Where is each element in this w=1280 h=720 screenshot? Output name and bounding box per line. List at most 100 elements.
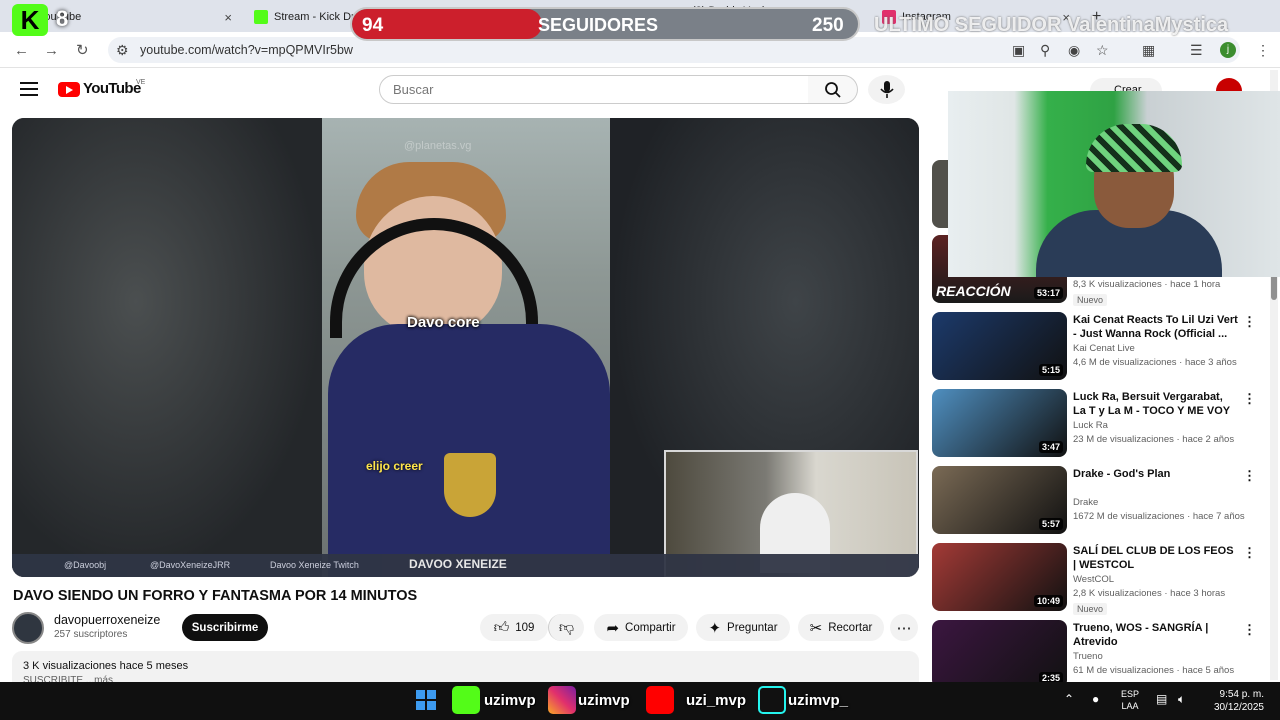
recommended-channel[interactable]: Luck Ra xyxy=(1073,420,1108,431)
recommended-thumbnail[interactable]: 5:15 xyxy=(932,312,1067,380)
new-badge: Nuevo xyxy=(1073,294,1108,306)
more-options-icon[interactable]: ⋮ xyxy=(1243,622,1256,638)
install-icon[interactable]: ▣ xyxy=(1012,42,1025,59)
recommended-channel[interactable]: Kai Cenat Live xyxy=(1073,343,1135,354)
more-options-icon[interactable]: ⋮ xyxy=(1243,391,1256,407)
like-button[interactable]: 👍︎ 109 xyxy=(480,614,548,641)
thumbnail-text: REACCIÓN xyxy=(936,283,1011,299)
search-button[interactable] xyxy=(808,75,858,104)
video-caption-bottom: elijo creer xyxy=(366,459,423,473)
tab-favicon-icon xyxy=(254,10,268,24)
sparkle-icon: ✦ xyxy=(708,619,722,637)
goal-label: SEGUIDORES xyxy=(538,15,659,35)
kick-app-icon[interactable] xyxy=(452,686,480,714)
shirt-badge xyxy=(444,453,496,517)
taskbar-handle: uzimvp xyxy=(484,692,536,709)
more-options-icon[interactable]: ⋮ xyxy=(1243,314,1256,330)
video-player[interactable]: @planetas.vg Davo core elijo creer @Davo… xyxy=(12,118,919,577)
dislike-button[interactable]: 👎︎ xyxy=(548,614,584,641)
lang-code: ESP xyxy=(1120,689,1139,699)
forward-icon[interactable]: → xyxy=(44,42,59,59)
volume-icon[interactable]: 🔈︎ xyxy=(1178,692,1185,707)
tiktok-icon[interactable] xyxy=(758,686,786,714)
kick-viewer-count: 8 xyxy=(56,6,69,31)
zoom-icon[interactable]: ⚲ xyxy=(1040,42,1050,59)
youtube-wordmark[interactable]: YouTube xyxy=(83,80,141,97)
recommended-meta: 2,8 K visualizaciones · hace 3 horas xyxy=(1073,588,1226,599)
clip-button[interactable]: ✂ Recortar xyxy=(798,614,884,641)
video-duration: 53:17 xyxy=(1033,287,1063,299)
recommended-title[interactable]: SALÍ DEL CLUB DE LOS FEOS | WESTCOL xyxy=(1073,544,1238,572)
video-duration: 10:49 xyxy=(1033,595,1063,607)
goal-max: 250 xyxy=(812,15,844,36)
network-icon[interactable]: ▤ xyxy=(1156,692,1167,706)
reload-icon[interactable]: ↻ xyxy=(76,41,89,59)
recommended-title[interactable]: Kai Cenat Reacts To Lil Uzi Vert - Just … xyxy=(1073,313,1238,341)
channel-avatar[interactable] xyxy=(12,612,44,644)
show-hidden-icons[interactable]: ⌃ xyxy=(1064,692,1074,706)
thumbs-up-icon: 👍︎ xyxy=(493,618,510,636)
tab-title: Stream - Kick Dr xyxy=(274,11,355,23)
browser-menu-icon[interactable]: ⋮ xyxy=(1256,42,1270,59)
media-icon[interactable]: ☰ xyxy=(1190,42,1203,59)
clock-date: 30/12/2025 xyxy=(1213,702,1264,713)
system-clock[interactable]: 9:54 p. m. 30/12/2025 xyxy=(1208,688,1264,714)
like-count: 109 xyxy=(515,621,535,634)
clock-time: 9:54 p. m. xyxy=(1219,689,1264,700)
recommended-channel[interactable]: WestCOL xyxy=(1073,574,1114,585)
subscriber-count: 257 suscriptores xyxy=(54,629,128,640)
site-info-icon[interactable]: ⚙ xyxy=(116,42,129,59)
extensions-icon[interactable]: ▦ xyxy=(1142,42,1155,59)
goal-current: 94 xyxy=(362,15,384,36)
youtube-app-icon[interactable] xyxy=(646,686,674,714)
strip-handle-2: @DavoXeneizeJRR xyxy=(150,560,231,570)
bookmark-star-icon[interactable]: ☆ xyxy=(1096,42,1109,59)
ask-label: Preguntar xyxy=(727,621,778,634)
recommended-channel[interactable]: Drake xyxy=(1073,497,1098,508)
search-placeholder: Buscar xyxy=(393,82,434,97)
recommended-title[interactable]: Luck Ra, Bersuit Vergarabat, La T y La M… xyxy=(1073,390,1238,418)
share-button[interactable]: ➦ Compartir xyxy=(594,614,688,641)
last-follower-ticker: ULTIMO SEGUIDOR ValentinaMystica xyxy=(874,14,1229,36)
recommended-thumbnail[interactable]: 10:49 xyxy=(932,543,1067,611)
video-duration: 5:15 xyxy=(1038,364,1063,376)
video-blur-left xyxy=(12,118,322,577)
strip-brand: DAVOO XENEIZE xyxy=(409,557,507,571)
more-options-icon[interactable]: ⋮ xyxy=(1243,545,1256,561)
search-input[interactable] xyxy=(379,75,809,104)
taskbar-handle: uzimvp xyxy=(578,692,630,709)
microphone-tray-icon[interactable]: ● xyxy=(1092,692,1099,706)
windows-start-icon[interactable] xyxy=(416,690,436,710)
more-actions-button[interactable]: ⋯ xyxy=(890,614,918,641)
back-icon[interactable]: ← xyxy=(14,42,29,59)
more-options-icon[interactable]: ⋮ xyxy=(1243,468,1256,484)
subscribe-button[interactable]: Suscribirme xyxy=(182,614,268,641)
tab-close-icon[interactable]: × xyxy=(224,10,232,25)
video-title: DAVO SIENDO UN FORRO Y FANTASMA POR 14 M… xyxy=(13,588,418,604)
video-duration: 5:57 xyxy=(1038,518,1063,530)
recommended-meta: 1672 M de visualizaciones · hace 7 años xyxy=(1073,511,1245,522)
profile-icon[interactable]: j xyxy=(1220,42,1236,58)
instagram-icon[interactable] xyxy=(548,686,576,714)
recommended-thumbnail[interactable]: 2:35 xyxy=(932,620,1067,688)
recommended-thumbnail[interactable]: 3:47 xyxy=(932,389,1067,457)
follower-goal-bar: 94 SEGUIDORES 250 xyxy=(350,7,860,41)
share-label: Compartir xyxy=(625,621,676,634)
recommended-thumbnail[interactable]: 5:57 xyxy=(932,466,1067,534)
scissors-icon: ✂ xyxy=(809,619,823,637)
taskbar xyxy=(0,682,1280,720)
url-text[interactable]: youtube.com/watch?v=mpQPMVIr5bw xyxy=(140,43,353,57)
recommended-title[interactable]: Drake - God's Plan xyxy=(1073,467,1238,481)
video-watermark: @planetas.vg xyxy=(404,140,472,152)
ask-button[interactable]: ✦ Preguntar xyxy=(696,614,790,641)
voice-search-button[interactable] xyxy=(868,75,905,104)
channel-name[interactable]: davopuerroxeneize xyxy=(54,613,160,627)
more-horizontal-icon: ⋯ xyxy=(896,619,912,637)
hamburger-menu-icon[interactable] xyxy=(20,82,38,96)
kick-logo-icon: K xyxy=(12,4,48,36)
recommended-title[interactable]: Trueno, WOS - SANGRÍA | Atrevido xyxy=(1073,621,1238,649)
language-indicator[interactable]: ESP LAA xyxy=(1120,688,1140,712)
youtube-logo-icon[interactable] xyxy=(58,82,80,97)
recommended-channel[interactable]: Trueno xyxy=(1073,651,1103,662)
eye-off-icon[interactable]: ◉ xyxy=(1068,42,1080,59)
